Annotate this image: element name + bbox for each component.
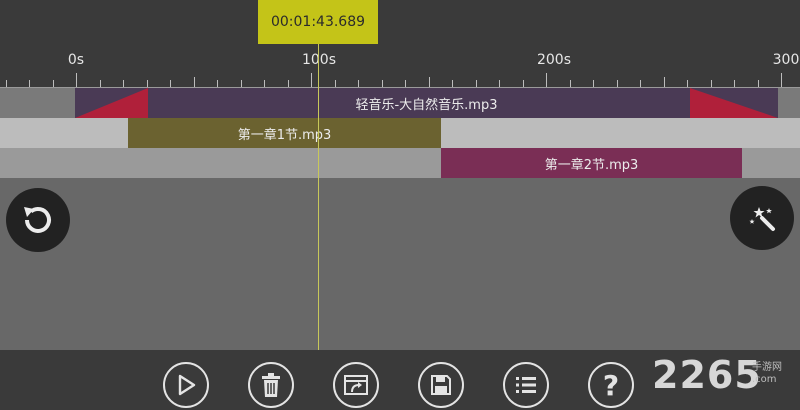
track-3: 第一章2节.mp3 bbox=[0, 148, 800, 178]
undo-icon bbox=[24, 207, 51, 233]
save-button[interactable] bbox=[418, 362, 464, 408]
ruler-tick bbox=[499, 80, 500, 87]
watermark-logo: 2265 bbox=[652, 353, 762, 397]
ruler-tick bbox=[358, 80, 359, 87]
ruler-tick bbox=[99, 80, 101, 87]
ruler-tick bbox=[452, 80, 453, 87]
ruler-tick bbox=[381, 80, 383, 87]
list-button[interactable] bbox=[503, 362, 549, 408]
fade-in-marker[interactable] bbox=[75, 88, 148, 118]
ruler-tick bbox=[475, 80, 477, 87]
ruler-tick bbox=[52, 80, 54, 87]
track-2: 第一章1节.mp3 bbox=[0, 118, 800, 148]
ruler-tick bbox=[687, 80, 688, 87]
ruler-tick bbox=[663, 77, 665, 87]
ruler-tick bbox=[757, 80, 759, 87]
ruler-tick bbox=[405, 80, 406, 87]
help-button[interactable]: ? bbox=[588, 362, 634, 408]
ruler-label-200: 200s bbox=[536, 52, 572, 68]
current-time-display: 00:01:43.689 bbox=[258, 0, 378, 44]
clip-music-label: 轻音乐-大自然音乐.mp3 bbox=[355, 97, 498, 113]
ruler-label-100: 100s bbox=[301, 52, 337, 68]
ruler-tick bbox=[593, 80, 594, 87]
watermark-caption: 手游网 .com bbox=[752, 362, 782, 385]
ruler-tick bbox=[217, 80, 218, 87]
export-button[interactable] bbox=[333, 362, 379, 408]
ruler-tick bbox=[170, 80, 171, 87]
ruler-tick bbox=[193, 77, 195, 87]
current-time-text: 00:01:43.689 bbox=[270, 14, 366, 30]
magic-wand-icon bbox=[749, 207, 775, 231]
timeline-header bbox=[0, 0, 800, 88]
play-icon bbox=[178, 374, 196, 396]
ruler-tick bbox=[334, 80, 336, 87]
ruler-tick bbox=[264, 80, 265, 87]
ruler-tick bbox=[146, 80, 148, 87]
ruler-tick bbox=[734, 80, 735, 87]
ruler-tick bbox=[5, 80, 7, 87]
ruler-tick bbox=[546, 73, 547, 87]
clip-chapter-2[interactable]: 第一章2节.mp3 bbox=[441, 148, 742, 178]
export-icon bbox=[344, 375, 368, 395]
ruler-tick bbox=[123, 80, 124, 87]
clip-chapter-1[interactable]: 第一章1节.mp3 bbox=[128, 118, 441, 148]
ruler-tick bbox=[29, 80, 30, 87]
ruler-tick bbox=[287, 80, 289, 87]
track-1: 轻音乐-大自然音乐.mp3 bbox=[0, 88, 800, 118]
ruler-tick bbox=[616, 80, 618, 87]
ruler-tick bbox=[428, 77, 430, 87]
ruler-tick bbox=[781, 73, 782, 87]
undo-button[interactable] bbox=[6, 188, 70, 252]
help-icon: ? bbox=[602, 368, 620, 402]
save-icon bbox=[431, 375, 451, 395]
playhead[interactable] bbox=[318, 44, 319, 350]
fade-out-marker[interactable] bbox=[690, 88, 778, 118]
ruler-label-0: 0s bbox=[67, 52, 85, 68]
ruler-tick bbox=[640, 80, 641, 87]
clip-chapter-2-label: 第一章2节.mp3 bbox=[544, 157, 639, 173]
ruler-label-300: 300 bbox=[772, 52, 800, 68]
delete-button[interactable] bbox=[248, 362, 294, 408]
play-button[interactable] bbox=[163, 362, 209, 408]
ruler-tick bbox=[522, 80, 524, 87]
magic-wand-button[interactable] bbox=[730, 186, 794, 250]
ruler-tick bbox=[240, 80, 242, 87]
ruler-tick bbox=[76, 73, 77, 87]
trash-icon bbox=[262, 373, 280, 397]
ruler-tick bbox=[311, 73, 312, 87]
clip-music[interactable]: 轻音乐-大自然音乐.mp3 bbox=[75, 88, 778, 118]
list-icon bbox=[516, 377, 536, 393]
ruler-tick bbox=[569, 80, 571, 87]
ruler-tick bbox=[710, 80, 712, 87]
